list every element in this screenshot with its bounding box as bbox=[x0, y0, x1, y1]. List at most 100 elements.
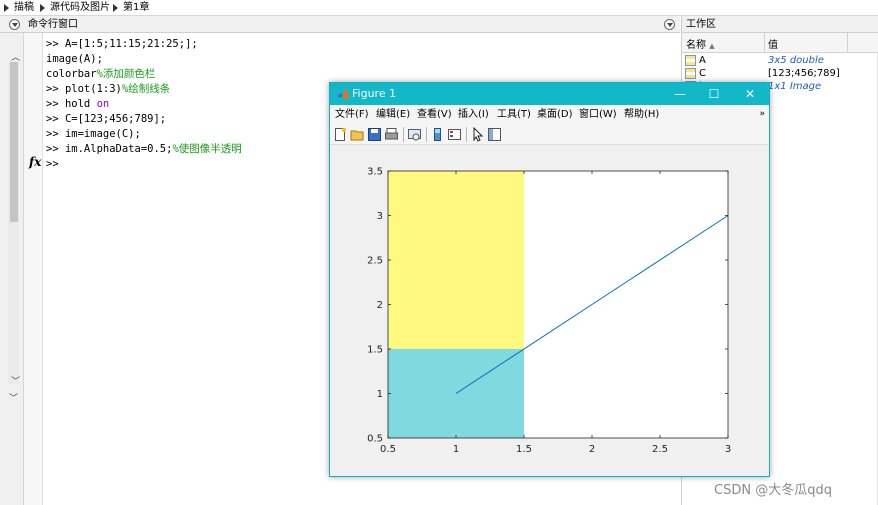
toolbar-separator bbox=[426, 127, 427, 142]
code-keyword: on bbox=[96, 98, 110, 110]
legend-icon[interactable] bbox=[447, 127, 462, 142]
y-tick-label: 1 bbox=[377, 389, 383, 400]
menu-desktop[interactable]: 桌面(D) bbox=[537, 108, 573, 121]
figure-title: Figure 1 bbox=[352, 87, 397, 100]
link-plot-icon[interactable] bbox=[407, 127, 422, 142]
print-icon[interactable] bbox=[384, 127, 399, 142]
chevron-down-icon[interactable]: ﹀ bbox=[9, 391, 18, 404]
open-file-icon[interactable] bbox=[350, 127, 365, 142]
command-line: image(A); bbox=[46, 52, 103, 67]
prompt: >> bbox=[46, 113, 65, 125]
workspace-header: 工作区 bbox=[681, 16, 878, 33]
watermark: CSDN @大冬瓜qdq bbox=[714, 483, 832, 498]
matrix-variable-icon bbox=[685, 55, 696, 66]
code-text: im=image(C); bbox=[64, 128, 141, 140]
breadcrumb-item[interactable]: 描稿 bbox=[14, 1, 34, 15]
menu-insert[interactable]: 插入(I) bbox=[458, 108, 489, 121]
x-tick-label: 2.5 bbox=[652, 444, 668, 455]
prompt: >> bbox=[46, 158, 59, 170]
command-line: >> hold on bbox=[46, 97, 109, 112]
variable-value: 1x1 Image bbox=[768, 81, 822, 92]
y-tick-label: 3.5 bbox=[367, 167, 383, 178]
maximize-button[interactable]: ☐ bbox=[703, 85, 725, 103]
command-gutter bbox=[24, 33, 43, 505]
chevron-right-icon bbox=[113, 4, 118, 12]
y-tick-label: 2.5 bbox=[367, 256, 383, 267]
breadcrumb-item[interactable]: 源代码及图片 bbox=[50, 1, 110, 15]
variable-value: [123;456;789] bbox=[768, 68, 840, 79]
menu-help[interactable]: 帮助(H) bbox=[624, 108, 659, 121]
menu-overflow-icon[interactable]: » bbox=[759, 109, 765, 119]
scrollbar-thumb[interactable] bbox=[10, 62, 18, 222]
minimize-button[interactable]: — bbox=[669, 85, 691, 103]
variable-value: 3x5 double bbox=[768, 55, 824, 66]
toolbar-separator bbox=[403, 127, 404, 142]
y-tick-label: 2 bbox=[377, 300, 383, 311]
workspace-title: 工作区 bbox=[686, 19, 716, 30]
prompt: >> bbox=[46, 83, 65, 95]
fx-function-icon[interactable]: fx bbox=[29, 155, 41, 169]
matrix-variable-icon bbox=[685, 68, 696, 79]
menu-edit[interactable]: 编辑(E) bbox=[376, 108, 410, 121]
column-header-value[interactable]: 值 bbox=[768, 36, 778, 51]
code-text: plot(1:3) bbox=[64, 83, 122, 95]
prompt: >> bbox=[46, 128, 65, 140]
y-tick-label: 1.5 bbox=[367, 345, 383, 356]
property-inspector-icon[interactable] bbox=[487, 127, 502, 142]
command-line: >> im=image(C); bbox=[46, 127, 141, 142]
code-text: hold bbox=[64, 98, 97, 110]
chevron-right-icon bbox=[40, 4, 45, 12]
prompt: >> bbox=[46, 143, 65, 155]
workspace-row[interactable]: C [123;456;789] bbox=[682, 67, 878, 80]
code-text: image(A); bbox=[46, 53, 103, 65]
menu-file[interactable]: 文件(F) bbox=[335, 108, 369, 121]
code-comment: %添加颜色栏 bbox=[96, 68, 156, 80]
x-tick-label: 2 bbox=[589, 444, 595, 455]
menu-view[interactable]: 查看(V) bbox=[417, 108, 452, 121]
menu-window[interactable]: 窗口(W) bbox=[579, 108, 617, 121]
column-name-label: 名称 bbox=[686, 40, 706, 51]
code-text: colorbar bbox=[46, 68, 97, 80]
save-icon[interactable] bbox=[367, 127, 382, 142]
close-button[interactable]: ✕ bbox=[739, 85, 761, 103]
workspace-column-header: 名称 ▲ 值 bbox=[681, 33, 878, 53]
prompt: >> bbox=[46, 98, 65, 110]
variable-name: A bbox=[699, 55, 706, 66]
command-window-title: 命令行窗口 bbox=[28, 19, 78, 30]
pointer-icon[interactable] bbox=[470, 127, 485, 142]
command-line: >> plot(1:3)%绘制线条 bbox=[46, 82, 170, 97]
breadcrumb-item[interactable]: 第1章 bbox=[123, 1, 149, 15]
new-figure-icon[interactable] bbox=[333, 127, 348, 142]
command-window-header: 命令行窗口 bbox=[0, 16, 680, 33]
y-tick-label: 3 bbox=[377, 211, 383, 222]
workspace-row[interactable]: A 3x5 double bbox=[682, 54, 878, 67]
figure-menubar: 文件(F) 编辑(E) 查看(V) 插入(I) 工具(T) 桌面(D) 窗口(W… bbox=[330, 105, 769, 124]
x-tick-label: 1 bbox=[453, 444, 459, 455]
column-header-name[interactable]: 名称 ▲ bbox=[686, 36, 715, 51]
variable-name: C bbox=[699, 68, 706, 79]
x-tick-label: 0.5 bbox=[380, 444, 396, 455]
code-text: A=[1:5;11:15;21:25;]; bbox=[64, 38, 198, 50]
colorbar-icon[interactable] bbox=[430, 127, 445, 142]
code-comment: %绘制线条 bbox=[121, 83, 171, 95]
plot-area[interactable]: 0.5 1 1.5 2 2.5 3 0.5 1 1.5 2 2.5 3 3.5 bbox=[330, 145, 769, 476]
image-cell bbox=[388, 171, 524, 349]
code-comment: %使图像半透明 bbox=[172, 143, 242, 155]
command-line: >> C=[123;456;789]; bbox=[46, 112, 166, 127]
command-line: colorbar%添加颜色栏 bbox=[46, 67, 155, 82]
command-line: >> im.AlphaData=0.5;%使图像半透明 bbox=[46, 142, 242, 157]
column-divider[interactable] bbox=[764, 33, 765, 53]
panel-actions-button[interactable] bbox=[664, 19, 675, 30]
scroll-down-arrow-icon[interactable]: ﹀ bbox=[11, 374, 20, 387]
column-divider[interactable] bbox=[847, 33, 848, 53]
command-input-line[interactable]: >> bbox=[46, 157, 59, 172]
x-tick-label: 3 bbox=[725, 444, 731, 455]
menu-tools[interactable]: 工具(T) bbox=[497, 108, 531, 121]
matlab-logo-icon bbox=[337, 88, 349, 100]
panel-menu-button[interactable] bbox=[9, 19, 20, 30]
chevron-right-icon bbox=[4, 4, 9, 12]
x-tick-label: 1.5 bbox=[516, 444, 532, 455]
figure-titlebar[interactable]: Figure 1 — ☐ ✕ bbox=[330, 83, 769, 105]
code-text: im.AlphaData=0.5; bbox=[64, 143, 173, 155]
figure-window[interactable]: Figure 1 — ☐ ✕ 文件(F) 编辑(E) 查看(V) 插入(I) 工… bbox=[329, 82, 770, 477]
